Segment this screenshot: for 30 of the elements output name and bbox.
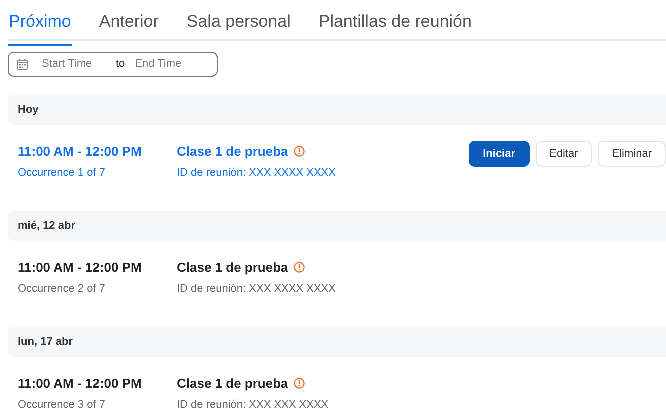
date-header: lun, 17 abr xyxy=(8,327,666,357)
occurrence-label: Occurrence 1 of 7 xyxy=(18,166,106,181)
meeting-time: 11:00 AM - 12:00 PM xyxy=(18,260,142,275)
calendar-icon xyxy=(17,59,28,70)
date-header: Hoy xyxy=(8,95,666,125)
range-separator: to xyxy=(116,57,126,72)
meeting-id: ID de reunión: XXX XXX XXXX xyxy=(177,398,329,413)
meeting-title[interactable]: Clase 1 de prueba xyxy=(177,144,288,159)
tab[interactable]: Anterior xyxy=(98,9,160,44)
tab[interactable]: Plantillas de reunión xyxy=(318,9,473,44)
meeting-time: 11:00 AM - 12:00 PM xyxy=(18,376,142,391)
meeting-id: ID de reunión: XXX XXXX XXXX xyxy=(177,282,336,297)
date-header: mié, 12 abr xyxy=(8,211,666,241)
occurrence-label: Occurrence 3 of 7 xyxy=(18,398,106,413)
date-range-field[interactable]: Start Time to End Time xyxy=(8,52,218,77)
start-button[interactable]: Iniciar xyxy=(469,141,530,167)
occurrence-label: Occurrence 2 of 7 xyxy=(18,282,106,297)
warning-icon xyxy=(294,378,306,389)
meeting-title[interactable]: Clase 1 de prueba xyxy=(177,376,288,391)
tab[interactable]: Sala personal xyxy=(186,9,292,44)
action-button[interactable]: Eliminar xyxy=(598,141,666,167)
meeting-time: 11:00 AM - 12:00 PM xyxy=(18,144,142,159)
meeting-id: ID de reunión: XXX XXXX XXXX xyxy=(177,166,336,181)
meeting-title[interactable]: Clase 1 de prueba xyxy=(177,260,288,275)
warning-icon xyxy=(294,146,306,157)
end-time-input[interactable]: End Time xyxy=(135,56,206,73)
start-time-input[interactable]: Start Time xyxy=(42,56,106,73)
warning-icon xyxy=(294,262,306,273)
action-button[interactable]: Editar xyxy=(536,141,592,167)
tab[interactable]: Próximo xyxy=(8,9,72,46)
